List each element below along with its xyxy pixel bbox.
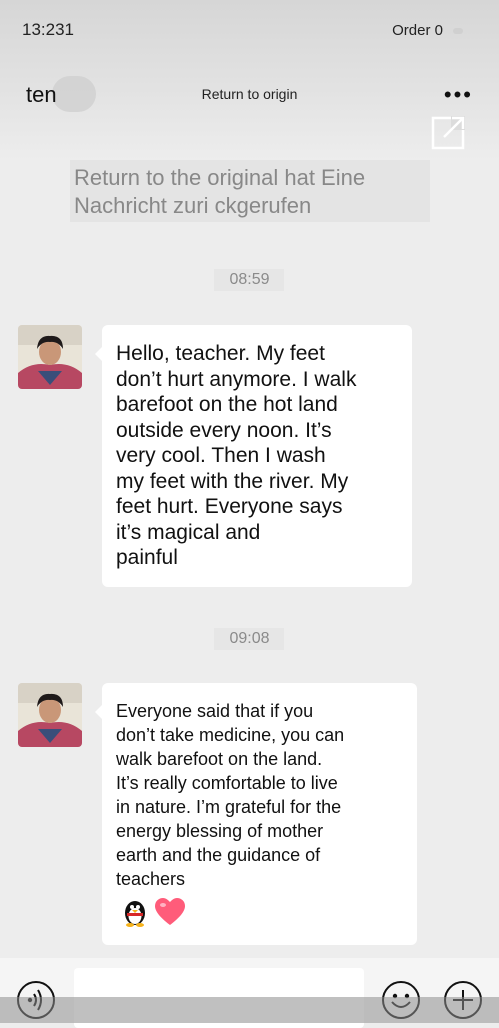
nav-title: Return to origin: [201, 86, 298, 102]
avatar[interactable]: [18, 683, 82, 747]
message-line: don’t take medicine, you can: [116, 725, 345, 745]
penguin-emoji: [125, 901, 145, 927]
message-line: Everyone said that if you: [116, 701, 314, 721]
message-line: earth and the guidance of: [116, 845, 321, 865]
message-line: very cool. Then I wash: [116, 444, 326, 467]
avatar-image: [18, 325, 82, 389]
emoji-row: [116, 897, 405, 927]
status-indicator: [453, 28, 463, 34]
message-line: walk barefoot on the land.: [116, 749, 323, 769]
message-line: it’s magical and: [116, 520, 261, 544]
message-line: painful: [116, 546, 178, 569]
external-share-icon[interactable]: [431, 114, 467, 150]
message-bubble[interactable]: Everyone said that if you don’t take med…: [95, 683, 417, 945]
recall-notice: Return to the original hat Eine Nachrich…: [70, 160, 430, 222]
heart-emoji: [155, 898, 185, 925]
bottom-shade: [0, 997, 499, 1023]
message-line: feet hurt. Everyone says: [116, 495, 343, 518]
avatar-image: [18, 683, 82, 747]
header-bar: 13:231 Order 0 ten Return to origin •••: [0, 0, 499, 160]
recall-notice-line1: Return to the original hat Eine: [74, 165, 366, 190]
timestamp: 08:59: [229, 271, 270, 288]
timestamp: 09:08: [229, 630, 270, 647]
message-line: It’s really comfortable to live: [116, 773, 338, 793]
message-line: in nature. I’m grateful for the: [116, 797, 342, 817]
message-bubble[interactable]: Hello, teacher. My feet don’t hurt anymo…: [95, 325, 412, 587]
message-line: barefoot on the hot land: [116, 393, 338, 416]
message-line: outside every noon. It’s: [116, 418, 332, 442]
recall-notice-line2: Nachricht zuri ckgerufen: [74, 193, 312, 218]
message-line: teachers: [116, 869, 186, 889]
message-line: don’t hurt anymore. I walk: [116, 367, 357, 391]
status-time: 13:231: [22, 20, 74, 39]
more-dots-icon[interactable]: •••: [444, 84, 473, 106]
status-right-label: Order 0: [392, 22, 443, 39]
message-line: Hello, teacher. My feet: [116, 342, 325, 365]
message-line: energy blessing of mother: [116, 821, 324, 841]
avatar[interactable]: [18, 325, 82, 389]
message-line: my feet with the river. My: [116, 469, 349, 493]
